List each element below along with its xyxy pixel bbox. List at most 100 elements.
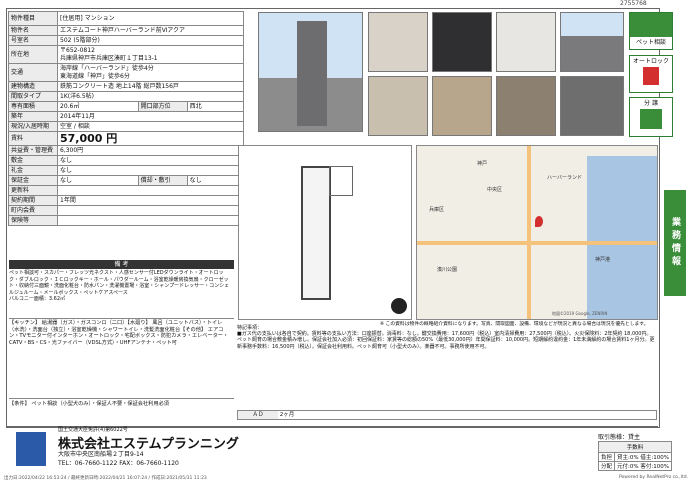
notes-block: 特記事項： ■ガス代の支払いは各自で契約。賃料等の支払い方法：口座振替。消毒料：… bbox=[237, 325, 655, 350]
transaction-type: 取引態様：貸主 bbox=[598, 434, 641, 441]
access-line-1: 海岸線「ハーバーランド」徒歩4分 bbox=[60, 64, 154, 72]
key-money-label: 礼金 bbox=[8, 165, 58, 176]
hallway-photo bbox=[496, 76, 556, 136]
renewal-value bbox=[57, 185, 244, 196]
remarks-header: 備 考 bbox=[9, 260, 234, 269]
map-water bbox=[587, 156, 657, 319]
room-photo bbox=[368, 76, 428, 136]
fee-row-value: 貸主:0% 借主:100% bbox=[614, 452, 672, 462]
pet-label: ペット相談 bbox=[635, 39, 666, 46]
map-label-1: ハーバーランド bbox=[547, 175, 582, 181]
equipment-text: 【キッチン】 給湯器（ガス）・ガスコンロ（二口）【水廻り】 風呂（ユニットバス）… bbox=[9, 320, 229, 346]
area-label: 専有面積 bbox=[8, 101, 58, 112]
ad-label: ＡＤ bbox=[238, 411, 278, 419]
interior-photo bbox=[368, 12, 428, 72]
notes-text: ■ガス代の支払いは各自で契約。賃料等の支払い方法：口座振替。消毒料：なし。鍵交換… bbox=[237, 331, 655, 350]
status-value: 空室 / 相談 bbox=[57, 121, 244, 132]
company-logo bbox=[16, 432, 46, 466]
bath-photo bbox=[496, 12, 556, 72]
built-label: 築年 bbox=[8, 111, 58, 122]
key-money-value: なし bbox=[57, 165, 244, 176]
contract-value: 1年間 bbox=[57, 195, 244, 206]
address-label: 所在地 bbox=[8, 45, 58, 64]
company-tel: TEL：06-7660-1122 FAX：06-7660-1120 bbox=[58, 460, 179, 467]
map-panel[interactable]: ハーバーランド 神戸 兵庫区 中央区 湊川公園 神戸港 地図©2019 Goog… bbox=[416, 145, 658, 320]
category-label: 物件種目 bbox=[8, 11, 58, 26]
parking-value bbox=[57, 205, 244, 216]
fee-table: 手数料 負担 貸主:0% 借主:100% 分配 元付:0% 客付:100% bbox=[597, 441, 672, 471]
room-value: 502 (5階部分) bbox=[57, 35, 244, 46]
autolock-label: オートロック bbox=[632, 58, 669, 65]
pet-icon bbox=[630, 13, 672, 37]
structure-value: 鉄筋コンクリート造 地上14階 総戸数156戸 bbox=[57, 81, 244, 92]
room-label: 号室名 bbox=[8, 35, 58, 46]
map-pin-icon bbox=[535, 216, 543, 227]
pet-badge: ペット相談 bbox=[629, 12, 673, 50]
bunjo-label: 分 譲 bbox=[644, 100, 658, 107]
footer-left: 出力日:2022/04/22 16:53:24 / 最終更新日時:2022/04… bbox=[4, 476, 207, 481]
business-info-tab[interactable]: 業務情報 bbox=[664, 190, 686, 296]
map-copyright: 地図©2019 Google, ZENRIN bbox=[552, 311, 608, 316]
access-label: 交通 bbox=[8, 63, 58, 82]
structure-label: 建物構造 bbox=[8, 81, 58, 92]
kitchen-photo bbox=[432, 12, 492, 72]
lobby-photo bbox=[560, 76, 624, 136]
renewal-label: 更新料 bbox=[8, 185, 58, 196]
amortize-label: 償却・敷引 bbox=[137, 175, 188, 186]
name-value: エステムコート神戸ハーバーランド前Ⅵアクア bbox=[57, 25, 244, 36]
building-photo bbox=[258, 12, 363, 132]
floor-plan-room bbox=[301, 166, 331, 300]
status-label: 現況/入居時期 bbox=[8, 121, 58, 132]
divider bbox=[9, 318, 234, 319]
remarks-body: ペット相談可・スカパー・フレッツ光ネクスト・人感センサー付LEDダウンライト・オ… bbox=[9, 270, 232, 303]
company-licence: 国土交通大臣免許(4)第6022号 bbox=[58, 427, 128, 433]
address-value: 兵庫県神戸市兵庫区湊町１丁目13-1 bbox=[60, 54, 158, 62]
map-label-2: 神戸 bbox=[477, 161, 488, 167]
closet-photo bbox=[432, 76, 492, 136]
building-icon bbox=[640, 109, 662, 129]
amortize-value: なし bbox=[186, 175, 245, 186]
conditions-text: ペット相談（小型犬のみ）・保証人不要・保証会社利用必須 bbox=[31, 401, 169, 407]
exterior-photo bbox=[560, 12, 624, 72]
map-label-3: 兵庫区 bbox=[429, 207, 445, 213]
opening-value: 西北 bbox=[186, 101, 245, 112]
rent-label: 賃料 bbox=[8, 131, 58, 146]
layout-value: 1K(洋6.5帖) bbox=[57, 91, 244, 102]
remarks-line-2: バルコニー面積：3.62㎡ bbox=[9, 296, 66, 302]
insurance-label: 保険等 bbox=[8, 215, 58, 226]
area-value: 20.6㎡ bbox=[57, 101, 139, 112]
company-address: 大阪市中央区南船場２丁目9-14 bbox=[58, 451, 144, 458]
autolock-badge: オートロック bbox=[629, 55, 673, 93]
building-shape bbox=[297, 21, 327, 126]
map-label-4: 中央区 bbox=[487, 187, 503, 193]
name-label: 物件名 bbox=[8, 25, 58, 36]
conditions-row: 【条件】 ペット相談（小型犬のみ）・保証人不要・保証会社利用必須 bbox=[9, 401, 232, 408]
remarks-line-1: ペット相談可・スカパー・フレッツ光ネクスト・人感センサー付LEDダウンライト・オ… bbox=[9, 270, 230, 296]
built-value: 2014年11月 bbox=[57, 111, 244, 122]
property-table: 物件種目 [住居用] マンション 物件名 エステムコート神戸ハーバーランド前Ⅵアクア… bbox=[8, 11, 245, 226]
guarantee-value: なし bbox=[57, 175, 139, 186]
category-value: [住居用] マンション bbox=[57, 11, 244, 26]
map-road bbox=[417, 241, 657, 245]
fee-header: 手数料 bbox=[598, 441, 672, 453]
opening-label: 開口部方位 bbox=[137, 101, 188, 112]
ad-value: 2ヶ月 bbox=[279, 412, 295, 418]
deposit-value: なし bbox=[57, 155, 244, 166]
map-label-5: 湊川公園 bbox=[437, 267, 458, 273]
pet-ok-icon bbox=[391, 298, 407, 314]
map-road bbox=[527, 146, 531, 319]
fee-row-value: 元付:0% 客付:100% bbox=[614, 461, 672, 471]
rent-value: 57,000 円 bbox=[57, 131, 244, 146]
floor-plan-panel bbox=[238, 145, 412, 320]
guarantee-label: 保証金 bbox=[8, 175, 58, 186]
lock-icon bbox=[643, 67, 659, 85]
ad-row: ＡＤ 2ヶ月 bbox=[237, 410, 657, 420]
bunjo-badge: 分 譲 bbox=[629, 97, 673, 137]
deposit-label: 敷金 bbox=[8, 155, 58, 166]
parking-label: 町内会費 bbox=[8, 205, 58, 216]
postal-code: 〒652-0812 bbox=[60, 46, 95, 54]
map-label-6: 神戸港 bbox=[595, 257, 611, 263]
document-id: 2755768 bbox=[620, 0, 647, 7]
insurance-value bbox=[57, 215, 244, 226]
fee-row-label: 負担 bbox=[597, 452, 616, 462]
